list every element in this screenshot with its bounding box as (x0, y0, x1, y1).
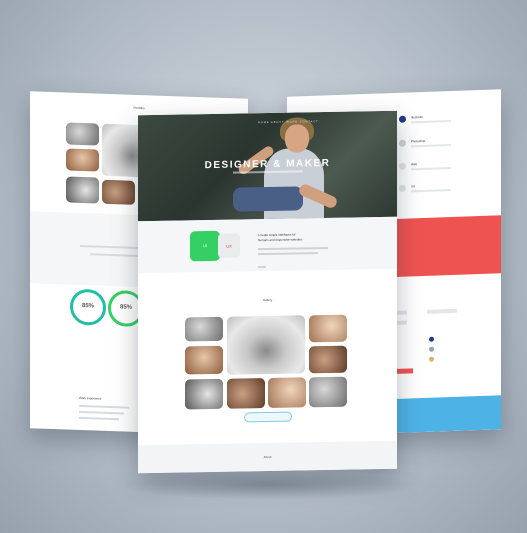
slider-dot[interactable] (258, 266, 266, 269)
left-page-header-title: Portfolio (133, 105, 145, 111)
hero-title: DESIGNER & MAKER (204, 157, 331, 172)
text-line (411, 167, 451, 171)
text-line (411, 144, 451, 148)
photo-tile (66, 176, 99, 204)
list-item-title: Illustrator (411, 114, 424, 120)
gallery-photo[interactable] (185, 378, 223, 410)
list-item-dot (399, 184, 406, 192)
gallery-photo-lips[interactable] (227, 315, 305, 375)
center-page-footer-text: About (263, 454, 272, 460)
gallery-photo[interactable] (185, 345, 223, 375)
text-line (79, 416, 119, 421)
gallery-photo[interactable] (227, 378, 265, 409)
gallery-photo[interactable] (309, 376, 347, 408)
list-item-title: Web (411, 162, 418, 167)
green-badge: UI (190, 230, 220, 262)
contact-dot (429, 346, 434, 352)
list-item-title: Photoshop (411, 138, 426, 144)
gallery-grid (185, 314, 350, 411)
contact-dot (429, 356, 434, 362)
photo-tile (66, 148, 99, 172)
floor-shadow (120, 470, 420, 500)
gray-badge-label: UX (226, 243, 232, 249)
photo-tile (102, 179, 135, 205)
gallery-photo[interactable] (309, 345, 347, 374)
hero-section: HOME ABOUT WORK CONTACT DESIGNER & MAKER (138, 110, 397, 222)
contact-dot (429, 336, 434, 342)
skill-ring-1: 85% (70, 288, 106, 326)
green-badge-label: UI (203, 243, 207, 249)
center-mockup-page: HOME ABOUT WORK CONTACT DESIGNER & MAKER… (138, 110, 397, 474)
skill-ring-2-value: 85% (119, 304, 132, 311)
gallery-photo[interactable] (268, 377, 306, 408)
intro-strip (138, 216, 397, 274)
submit-button[interactable] (397, 368, 413, 374)
list-item-title: UX (411, 184, 416, 189)
gallery-photo[interactable] (185, 316, 223, 342)
list-item-dot (399, 162, 406, 170)
skill-ring-1-value: 85% (81, 303, 94, 310)
list-item-dot (399, 139, 406, 147)
text-line (411, 120, 451, 124)
hero-person-shorts (233, 186, 303, 212)
gray-badge: UX (218, 233, 240, 258)
gallery-photo[interactable] (309, 314, 347, 343)
gallery-title: Gallery (262, 297, 273, 303)
list-item-dot (399, 115, 406, 123)
form-field[interactable] (427, 308, 457, 314)
gallery-more-button[interactable] (244, 411, 292, 423)
text-line (79, 410, 124, 415)
center-page-footer: About (138, 440, 397, 474)
hero-person-face (285, 124, 309, 153)
photo-tile (66, 122, 99, 146)
left-page-footer-title: Work experience (79, 395, 102, 401)
text-line (79, 404, 129, 409)
text-line (411, 189, 451, 193)
